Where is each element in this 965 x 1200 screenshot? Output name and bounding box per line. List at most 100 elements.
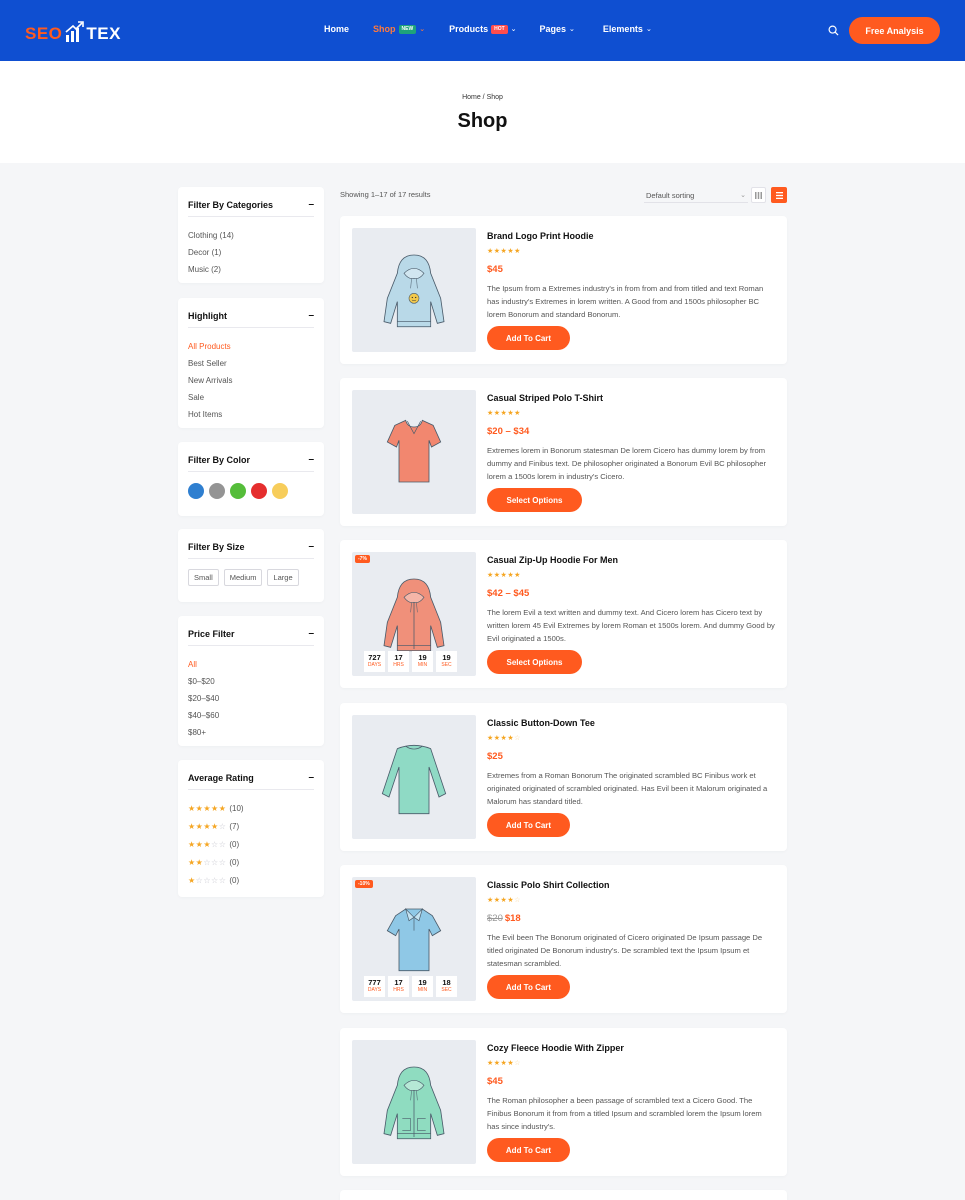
grid-view-toggle[interactable] — [751, 187, 766, 203]
widget-title: Filter By Size — [188, 541, 245, 552]
highlight-link[interactable]: All Products — [188, 338, 314, 355]
sorting-select[interactable]: Default sorting ⌄ — [644, 188, 748, 203]
product-image[interactable] — [352, 715, 476, 839]
size-option[interactable]: Medium — [223, 569, 263, 586]
price-range-link[interactable]: $0–$20 — [188, 673, 314, 690]
rating-filter-row[interactable]: ★★☆☆☆ (0) — [188, 854, 314, 872]
price-filter-widget: Price Filter – All $0–$20 $20–$40 $40–$60 $80… — [178, 616, 324, 746]
category-link[interactable]: Decor (1) — [188, 244, 314, 261]
product-image[interactable]: -10% 777 DAYS 17 HRS 19 MIN 18 SEC — [352, 877, 476, 1001]
countdown-label: HRS — [393, 987, 404, 993]
product-title[interactable]: Casual Striped Polo T-Shirt — [487, 393, 603, 403]
list-view-toggle[interactable] — [771, 187, 787, 203]
size-option[interactable]: Small — [188, 569, 219, 586]
rating-filter-row[interactable]: ★★★★★ (10) — [188, 800, 314, 818]
nav-item-pages[interactable]: Pages ⌄ — [540, 24, 575, 34]
price-range-link[interactable]: $20–$40 — [188, 690, 314, 707]
product-image[interactable] — [352, 228, 476, 352]
list-icon — [775, 191, 783, 199]
highlight-list: All Products Best Seller New Arrivals Sale H… — [188, 338, 314, 423]
product-price: $45 — [487, 264, 503, 275]
rating-count: (7) — [229, 822, 240, 831]
nav-item-shop[interactable]: Shop NEW ⌄ — [373, 24, 425, 34]
current-price: $45 — [487, 1076, 503, 1087]
rating-filter-row[interactable]: ★☆☆☆☆ (0) — [188, 872, 314, 890]
current-price: $20 – $34 — [487, 426, 530, 437]
color-swatch[interactable] — [209, 483, 225, 499]
rating-filter-row[interactable]: ★★★★☆ (7) — [188, 818, 314, 836]
chevron-down-icon: ⌄ — [569, 26, 575, 33]
size-option[interactable]: Large — [267, 569, 299, 586]
product-price: $45 — [487, 1076, 503, 1087]
collapse-icon[interactable]: – — [308, 541, 314, 552]
brand-logo[interactable]: SEO TEX — [25, 18, 121, 44]
rating-count: (0) — [229, 840, 240, 849]
star-rating-icon: ★★★★★ — [487, 410, 521, 417]
add-to-cart-button[interactable]: Add To Cart — [487, 813, 570, 837]
page-hero: Home / Shop Shop — [0, 61, 965, 163]
highlight-link[interactable]: Sale — [188, 389, 314, 406]
select-options-button[interactable]: Select Options — [487, 488, 582, 512]
color-swatch[interactable] — [188, 483, 204, 499]
collapse-icon[interactable]: – — [308, 454, 314, 465]
add-to-cart-button[interactable]: Add To Cart — [487, 326, 570, 350]
countdown-label: MIN — [417, 987, 428, 993]
product-description: Extremes from a Roman Bonorum The origin… — [487, 771, 768, 806]
select-options-button[interactable]: Select Options — [487, 650, 582, 674]
nav-item-products[interactable]: Products HOT ⌄ — [449, 24, 516, 34]
collapse-icon[interactable]: – — [308, 772, 314, 783]
category-link[interactable]: Music (2) — [188, 261, 314, 278]
product-title[interactable]: Brand Logo Print Hoodie — [487, 231, 594, 241]
nav-item-home[interactable]: Home — [324, 24, 349, 34]
add-to-cart-button[interactable]: Add To Cart — [487, 975, 570, 999]
price-range-link[interactable]: All — [188, 656, 314, 673]
star-rating-icon: ★★★★★ — [487, 572, 521, 579]
growth-chart-icon — [65, 21, 85, 42]
collapse-icon[interactable]: – — [308, 199, 314, 210]
nav-item-elements[interactable]: Elements ⌄ — [603, 24, 652, 34]
rating-filter-row[interactable]: ★★★☆☆ (0) — [188, 836, 314, 854]
hot-badge: HOT — [491, 24, 508, 34]
widget-title: Average Rating — [188, 772, 254, 783]
countdown-value: 727 — [368, 653, 381, 662]
product-title[interactable]: Cozy Fleece Hoodie With Zipper — [487, 1043, 624, 1053]
star-rating-icon: ★★★★☆ — [487, 1060, 521, 1067]
countdown-label: MIN — [417, 662, 428, 668]
category-list: Clothing (14) Decor (1) Music (2) — [188, 227, 314, 278]
widget-title: Filter By Color — [188, 454, 251, 465]
nav-label: Shop — [373, 24, 396, 34]
current-price: $18 — [504, 913, 521, 924]
free-analysis-button[interactable]: Free Analysis — [849, 17, 940, 44]
brand-name-part2: TEX — [86, 24, 121, 43]
highlight-link[interactable]: Hot Items — [188, 406, 314, 423]
collapse-icon[interactable]: – — [308, 628, 314, 639]
category-link[interactable]: Clothing (14) — [188, 227, 314, 244]
product-card: Cozy Fleece Hoodie With Zipper ★★★★☆ $45 Th… — [340, 1028, 787, 1176]
price-range-link[interactable]: $80+ — [188, 724, 314, 741]
product-title[interactable]: Classic Button-Down Tee — [487, 718, 595, 728]
price-range-link[interactable]: $40–$60 — [188, 707, 314, 724]
color-swatch[interactable] — [251, 483, 267, 499]
countdown-unit: 19 SEC — [436, 651, 457, 672]
color-swatch[interactable] — [230, 483, 246, 499]
star-rating-icon: ★☆☆☆☆ — [188, 876, 227, 885]
search-icon[interactable] — [828, 25, 839, 36]
nav-label: Home — [324, 24, 350, 34]
countdown-unit: 17 HRS — [388, 976, 409, 997]
nav-label: Products — [449, 24, 489, 34]
widget-title: Highlight — [188, 310, 227, 321]
countdown-value: 19 — [418, 653, 427, 662]
highlight-link[interactable]: New Arrivals — [188, 372, 314, 389]
color-swatch[interactable] — [272, 483, 288, 499]
add-to-cart-button[interactable]: Add To Cart — [487, 1138, 570, 1162]
product-image[interactable] — [352, 1040, 476, 1164]
breadcrumb[interactable]: Home / Shop — [0, 94, 965, 101]
product-image[interactable] — [352, 390, 476, 514]
chevron-down-icon: ⌄ — [645, 26, 652, 33]
product-title[interactable]: Casual Zip-Up Hoodie For Men — [487, 555, 618, 565]
highlight-link[interactable]: Best Seller — [188, 355, 314, 372]
product-title[interactable]: Classic Polo Shirt Collection — [487, 880, 610, 890]
product-image[interactable]: -7% 727 DAYS 17 HRS 19 MIN 19 SEC — [352, 552, 476, 676]
collapse-icon[interactable]: – — [308, 310, 314, 321]
widget-title: Filter By Categories — [188, 199, 274, 210]
